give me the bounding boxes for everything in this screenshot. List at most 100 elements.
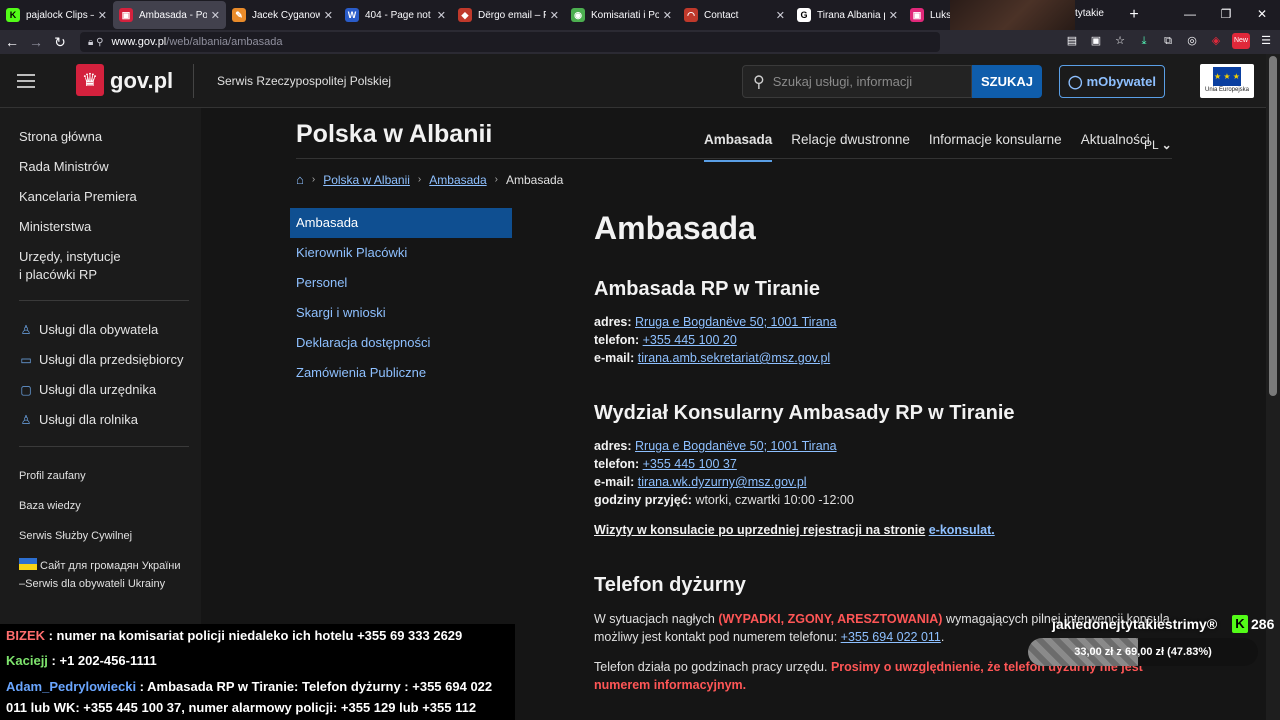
section-menu-item-kierownik[interactable]: Kierownik Placówki (290, 238, 512, 268)
article-heading: Ambasada (594, 210, 756, 246)
lock-icon: 🔒︎ ⚲ (88, 36, 104, 48)
browser-tab[interactable]: Kpajalock Clips – W ✕ (0, 1, 113, 29)
close-window-button[interactable]: ✕ (1244, 0, 1280, 30)
search-input[interactable] (772, 74, 953, 89)
visits-note: Wizyty w konsulacie po uprzedniej rejest… (594, 521, 995, 539)
embassy-address-link[interactable]: Rruga e Bogdanëve 50; 1001 Tirana (635, 315, 837, 329)
minimize-button[interactable]: — (1172, 0, 1208, 30)
mobywatel-button[interactable]: ◯ mObywatel (1059, 65, 1165, 98)
tab-close-icon[interactable]: ✕ (211, 9, 220, 22)
consular-phone-link[interactable]: +355 445 100 37 (643, 457, 737, 471)
gov-logo-text[interactable]: gov.pl (110, 68, 173, 94)
sidebar-service-przedsiebiorca[interactable]: ▭ Usługi dla przedsiębiorcy (19, 352, 183, 367)
sidebar-service-obywatel[interactable]: ♙ Usługi dla obywatela (19, 322, 159, 337)
browser-nav-bar: ← → ↻ 🔒︎ ⚲ www.gov.pl /web/albania/ambas… (0, 30, 1280, 54)
sidebar-item-urzedy[interactable]: Urzędy, instytucje (19, 248, 121, 266)
tab-overflow-label[interactable]: tytakie (1075, 8, 1104, 19)
tab-close-icon[interactable]: ✕ (437, 9, 446, 22)
tab-close-icon[interactable]: ✕ (550, 9, 559, 22)
menu-icon[interactable]: ☰ (1258, 33, 1274, 49)
consular-email-row: e-mail: tirana.wk.dyzurny@msz.gov.pl (594, 473, 807, 491)
tab-close-icon[interactable]: ✕ (663, 9, 672, 22)
url-bar[interactable]: 🔒︎ ⚲ www.gov.pl /web/albania/ambasada (80, 32, 940, 52)
browser-tab[interactable]: ◉ Komisariati i Polic ✕ (565, 1, 678, 29)
tab-close-icon[interactable]: ✕ (776, 9, 785, 22)
new-tab-icon[interactable]: + (1122, 6, 1146, 24)
duty-phone-heading: Telefon dyżurny (594, 574, 746, 596)
new-badge-icon[interactable]: New (1232, 33, 1250, 49)
sidebar-item-ministerstwa[interactable]: Ministerstwa (19, 218, 91, 236)
search-box: ⚲ (742, 65, 972, 98)
reload-icon[interactable]: ↻ (48, 34, 72, 51)
section-menu-item-skargi[interactable]: Skargi i wnioski (290, 298, 512, 328)
sidebar-service-rolnik[interactable]: ♙ Usługi dla rolnika (19, 412, 138, 427)
sidebar-link-profil[interactable]: Profil zaufany (19, 467, 86, 485)
sidebar-service-urzednik[interactable]: ▢ Usługi dla urzędnika (19, 382, 156, 397)
pocket-icon[interactable]: ▣ (1088, 33, 1104, 49)
tab-favicon-icon: ▣ (119, 8, 133, 22)
polish-eagle-logo-icon[interactable]: ♛ (76, 64, 104, 96)
tab-close-icon[interactable]: ✕ (889, 9, 898, 22)
back-icon[interactable]: ← (0, 34, 24, 50)
label: adres: (594, 315, 632, 329)
home-icon[interactable]: ⌂ (296, 172, 304, 187)
browser-tab[interactable]: ◆ Dërgo email – Po ✕ (452, 1, 565, 29)
embassy-heading: Ambasada RP w Tiranie (594, 278, 821, 300)
farmer-icon: ♙ (20, 412, 32, 427)
ublock-icon[interactable]: ◈ (1208, 33, 1224, 49)
browser-tab[interactable]: ▣ Ambasada - Polsk ✕ (113, 1, 226, 29)
browser-tab[interactable]: G Tirana Albania po ✕ (791, 1, 904, 29)
extensions-icon[interactable]: ⧉ (1160, 33, 1176, 49)
search-button[interactable]: SZUKAJ (972, 65, 1042, 98)
breadcrumb-link-ambasada[interactable]: Ambasada (429, 173, 486, 187)
consular-email-link[interactable]: tirana.wk.dyzurny@msz.gov.pl (638, 475, 807, 489)
forward-icon[interactable]: → (24, 34, 48, 50)
bookmark-star-icon[interactable]: ☆ (1112, 33, 1128, 49)
duty-phone-link[interactable]: +355 694 022 011 (841, 630, 941, 644)
sidebar-item-rada[interactable]: Rada Ministrów (19, 158, 109, 176)
language-selector[interactable]: PL ⌄ (1144, 138, 1172, 152)
mobywatel-label: mObywatel (1086, 74, 1156, 89)
e-konsulat-link[interactable]: e-konsulat. (929, 523, 995, 537)
briefcase-icon: ▭ (20, 352, 32, 367)
consular-hours-row: godziny przyjęć: wtorki, czwartki 10:00 … (594, 491, 854, 509)
url-host: www.gov.pl (111, 36, 167, 48)
tab-close-icon[interactable]: ✕ (324, 9, 333, 22)
reader-icon[interactable]: ▤ (1064, 33, 1080, 49)
breadcrumb-link-polska[interactable]: Polska w Albanii (323, 173, 410, 187)
section-menu-item-zamowienia[interactable]: Zamówienia Publiczne (290, 358, 512, 388)
sidebar-link-sluzba[interactable]: Serwis Służby Cywilnej (19, 527, 132, 545)
download-icon[interactable]: ⤓ (1136, 33, 1152, 49)
section-menu-item-personel[interactable]: Personel (290, 268, 512, 298)
label: godziny przyjęć: (594, 493, 692, 507)
embassy-email-link[interactable]: tirana.amb.sekretariat@msz.gov.pl (638, 351, 830, 365)
label: e-mail: (594, 475, 635, 489)
page-title[interactable]: Polska w Albanii (296, 120, 492, 149)
consular-hours: wtorki, czwartki 10:00 -12:00 (695, 493, 854, 507)
tab-close-icon[interactable]: ✕ (98, 9, 107, 22)
browser-tab[interactable]: ◠ Contact ✕ (678, 1, 791, 29)
tab-label: Contact (704, 9, 739, 21)
sidebar-item-kancelaria[interactable]: Kancelaria Premiera (19, 188, 137, 206)
sidebar-link-ukraina-line2[interactable]: –Serwis dla obywateli Ukrainy (19, 575, 165, 593)
tab-favicon-icon: ▣ (910, 8, 924, 22)
embassy-email-row: e-mail: tirana.amb.sekretariat@msz.gov.p… (594, 349, 830, 367)
section-menu-item-deklaracja[interactable]: Deklaracja dostępności (290, 328, 512, 358)
duty-paragraph2-line2: numerem informacyjnym. (594, 676, 746, 694)
sidebar-item-home[interactable]: Strona główna (19, 128, 102, 146)
vpn-icon[interactable]: ◎ (1184, 33, 1200, 49)
browser-tab[interactable]: W 404 - Page not fo ✕ (339, 1, 452, 29)
browser-tab[interactable]: ✎ Jacek Cyganowsk ✕ (226, 1, 339, 29)
scrollbar-thumb[interactable] (1269, 56, 1277, 396)
sidebar-link-ukraina[interactable]: Сайт для громадян України (19, 557, 181, 575)
chat-user: Adam_Pedrylowiecki (6, 679, 137, 694)
embassy-phone-link[interactable]: +355 445 100 20 (643, 333, 737, 347)
sidebar-item-urzedy-line2[interactable]: i placówki RP (19, 266, 97, 284)
breadcrumb: ⌂ › Polska w Albanii › Ambasada › Ambasa… (296, 172, 563, 187)
section-menu-item-ambasada[interactable]: Ambasada (290, 208, 512, 238)
sidebar-link-baza[interactable]: Baza wiedzy (19, 497, 81, 515)
maximize-button[interactable]: ❐ (1208, 0, 1244, 30)
consular-address-link[interactable]: Rruga e Bogdanëve 50; 1001 Tirana (635, 439, 837, 453)
hamburger-menu-icon[interactable] (17, 74, 35, 92)
tab-label: pajalock Clips – W (26, 9, 94, 21)
